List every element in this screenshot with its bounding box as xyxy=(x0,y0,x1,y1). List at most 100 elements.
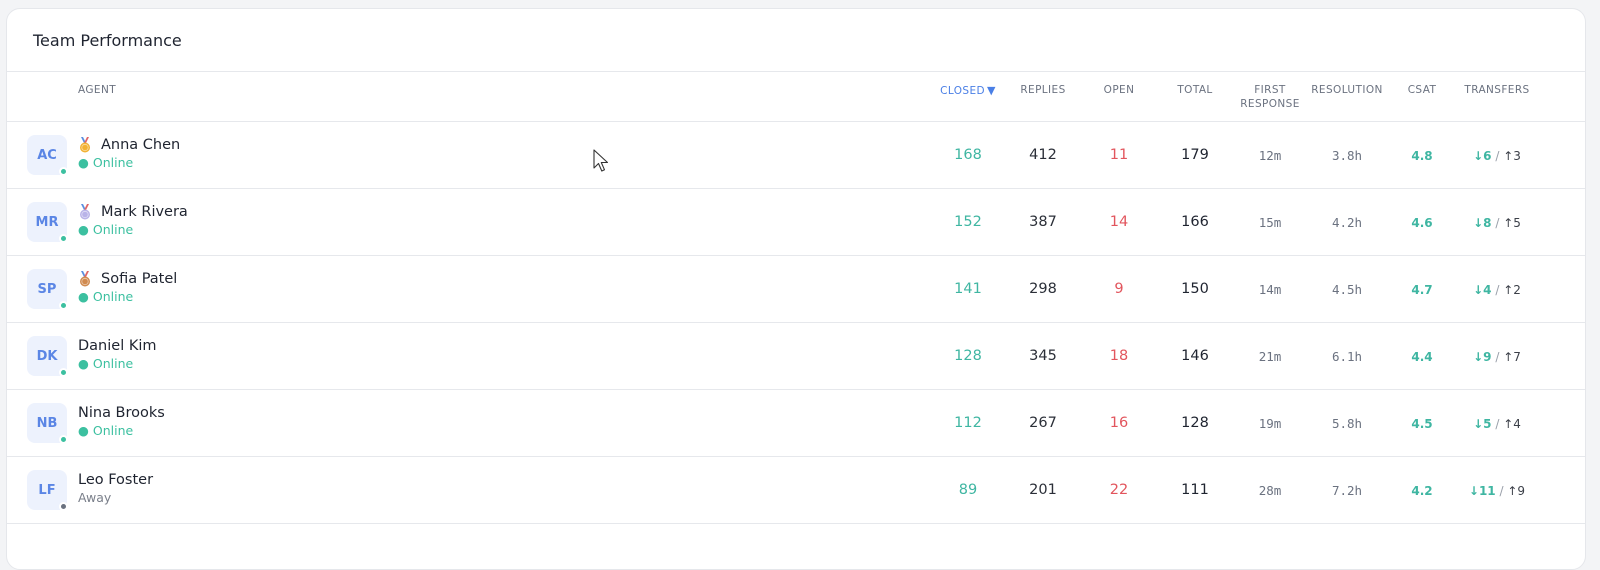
agent-name[interactable]: Anna Chen xyxy=(101,137,180,153)
gold-medal-icon xyxy=(80,137,90,153)
column-header-csat[interactable]: CSAT xyxy=(1397,83,1447,97)
avatar[interactable]: AC xyxy=(27,135,68,176)
transfers-in: ↓9 xyxy=(1473,350,1492,364)
open-count: 16 xyxy=(1109,415,1129,431)
total-count: 111 xyxy=(1181,482,1209,498)
agent-name[interactable]: Nina Brooks xyxy=(78,405,165,421)
transfers-in: ↓5 xyxy=(1473,417,1492,431)
avatar[interactable]: NB xyxy=(27,403,68,444)
agent-name-line: Mark Rivera xyxy=(78,204,188,220)
resolution-time: 5.8h xyxy=(1331,416,1363,431)
transfers-out: ↑9 xyxy=(1507,484,1526,498)
bronze-medal-icon xyxy=(80,271,90,287)
avatar[interactable]: SP xyxy=(27,269,68,310)
agent-info: Leo Foster Away xyxy=(78,472,153,505)
table-row[interactable]: AC Anna Chen ● Online 168 412 11 179 12m… xyxy=(7,122,1585,189)
column-header-closed-label: CLOSED xyxy=(940,85,985,97)
transfers-separator: / xyxy=(1495,216,1500,230)
column-header-total[interactable]: TOTAL xyxy=(1165,83,1225,97)
csat-score: 4.8 xyxy=(1411,149,1433,163)
agent-name-line: Anna Chen xyxy=(78,137,180,153)
agent-info: Mark Rivera ● Online xyxy=(78,204,188,237)
transfers-out: ↑4 xyxy=(1503,417,1521,431)
mouse-cursor-icon xyxy=(593,149,609,172)
avatar-initials: LF xyxy=(38,482,56,498)
presence-indicator xyxy=(59,167,68,176)
avatar-initials: AC xyxy=(37,147,57,163)
column-header-first-response-line1: FIRST xyxy=(1254,84,1286,96)
csat-score: 4.6 xyxy=(1411,216,1433,230)
agent-name-line: Daniel Kim xyxy=(78,338,157,354)
presence-indicator xyxy=(59,435,68,444)
transfers-in: ↓8 xyxy=(1473,216,1492,230)
csat-score: 4.5 xyxy=(1411,417,1433,431)
total-count: 166 xyxy=(1181,214,1209,230)
open-count: 9 xyxy=(1114,281,1124,297)
total-count: 128 xyxy=(1181,415,1209,431)
table-row[interactable]: SP Sofia Patel ● Online 141 298 9 150 14… xyxy=(7,256,1585,323)
csat-score: 4.4 xyxy=(1411,350,1433,364)
table-row[interactable]: DK Daniel Kim ● Online 128 345 18 146 21… xyxy=(7,323,1585,390)
agent-info: Daniel Kim ● Online xyxy=(78,338,157,371)
agent-name[interactable]: Daniel Kim xyxy=(78,338,157,354)
silver-medal-icon xyxy=(80,204,90,220)
avatar[interactable]: MR xyxy=(27,202,68,243)
column-header-closed[interactable]: CLOSED ▼ xyxy=(933,84,1003,98)
table-row[interactable]: MR Mark Rivera ● Online 152 387 14 166 1… xyxy=(7,189,1585,256)
transfers-cell: ↓9 / ↑7 xyxy=(1457,348,1537,366)
column-header-first-response[interactable]: FIRST RESPONSE xyxy=(1235,83,1305,111)
csat-score: 4.7 xyxy=(1411,283,1433,297)
agent-info: Nina Brooks ● Online xyxy=(78,405,165,438)
avatar[interactable]: LF xyxy=(27,470,68,511)
column-header-agent[interactable]: AGENT xyxy=(78,83,116,97)
total-count: 150 xyxy=(1181,281,1209,297)
column-header-replies[interactable]: REPLIES xyxy=(1013,83,1073,97)
agent-name[interactable]: Sofia Patel xyxy=(101,271,177,287)
resolution-time: 7.2h xyxy=(1331,483,1363,498)
column-header-first-response-line2: RESPONSE xyxy=(1240,98,1300,110)
agent-info: Sofia Patel ● Online xyxy=(78,271,177,304)
transfers-in: ↓6 xyxy=(1473,149,1492,163)
table-row[interactable]: LF Leo Foster Away 89 201 22 111 28m 7.2… xyxy=(7,457,1585,524)
agent-status: ● Online xyxy=(78,356,134,371)
total-count: 179 xyxy=(1181,147,1209,163)
column-header-open[interactable]: OPEN xyxy=(1089,83,1149,97)
first-response-time: 12m xyxy=(1258,148,1282,163)
agent-name[interactable]: Leo Foster xyxy=(78,472,153,488)
transfers-separator: / xyxy=(1499,484,1504,498)
agent-status: Away xyxy=(78,490,112,505)
table-row[interactable]: NB Nina Brooks ● Online 112 267 16 128 1… xyxy=(7,390,1585,457)
table-header: AGENT CLOSED ▼ REPLIES OPEN TOTAL FIRST R… xyxy=(7,72,1585,122)
avatar[interactable]: DK xyxy=(27,336,68,377)
total-count: 146 xyxy=(1181,348,1209,364)
caret-down-icon: ▼ xyxy=(986,84,996,97)
first-response-time: 15m xyxy=(1258,215,1282,230)
agent-status: ● Online xyxy=(78,289,134,304)
csat-score: 4.2 xyxy=(1411,484,1433,498)
closed-count: 152 xyxy=(954,214,982,230)
resolution-time: 4.2h xyxy=(1331,215,1363,230)
open-count: 11 xyxy=(1109,147,1129,163)
transfers-separator: / xyxy=(1495,149,1500,163)
transfers-out: ↑2 xyxy=(1503,283,1521,297)
replies-count: 267 xyxy=(1029,415,1057,431)
agent-name[interactable]: Mark Rivera xyxy=(101,204,188,220)
transfers-separator: / xyxy=(1495,283,1500,297)
transfers-cell: ↓8 / ↑5 xyxy=(1457,214,1537,232)
first-response-time: 19m xyxy=(1258,416,1282,431)
column-header-resolution[interactable]: RESOLUTION xyxy=(1307,83,1387,97)
resolution-time: 6.1h xyxy=(1331,349,1363,364)
replies-count: 298 xyxy=(1029,281,1057,297)
agent-status: ● Online xyxy=(78,222,134,237)
first-response-time: 28m xyxy=(1258,483,1282,498)
agent-name-line: Nina Brooks xyxy=(78,405,165,421)
transfers-out: ↑3 xyxy=(1503,149,1521,163)
transfers-cell: ↓4 / ↑2 xyxy=(1457,281,1537,299)
transfers-cell: ↓6 / ↑3 xyxy=(1457,147,1537,165)
table-body: AC Anna Chen ● Online 168 412 11 179 12m… xyxy=(7,122,1585,524)
replies-count: 387 xyxy=(1029,214,1057,230)
presence-indicator xyxy=(59,301,68,310)
transfers-cell: ↓11 / ↑9 xyxy=(1457,482,1537,500)
closed-count: 89 xyxy=(958,482,978,498)
column-header-transfers[interactable]: TRANSFERS xyxy=(1457,83,1537,97)
